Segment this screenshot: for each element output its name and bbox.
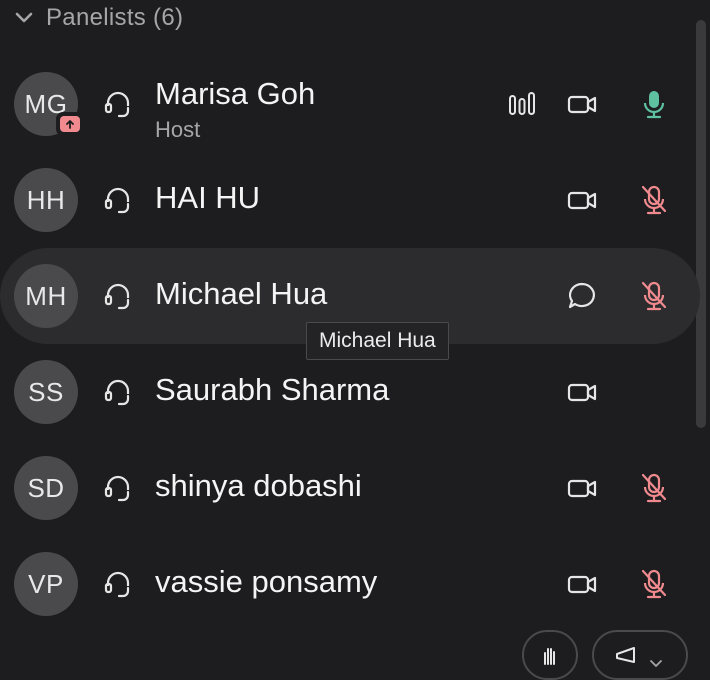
- panelists-section-title: Panelists (6): [46, 4, 184, 31]
- avatar: SD: [14, 456, 78, 520]
- microphone-muted-icon[interactable]: [638, 568, 670, 600]
- reactions-button[interactable]: [592, 630, 688, 680]
- headset-icon: [104, 187, 130, 214]
- name-tooltip: Michael Hua: [306, 322, 449, 360]
- headset-icon: [104, 91, 130, 118]
- panelist-row-shinya-dobashi[interactable]: SD shinya dobashi: [0, 440, 700, 536]
- panelist-name: vassie ponsamy: [155, 564, 378, 599]
- avatar: MH: [14, 264, 78, 328]
- panelist-name: Saurabh Sharma: [155, 372, 390, 407]
- panelist-row-marisa-goh[interactable]: MG Marisa Goh Host: [0, 56, 700, 152]
- video-camera-icon[interactable]: [566, 88, 598, 120]
- avatar: VP: [14, 552, 78, 616]
- headset-icon: [104, 571, 130, 598]
- avatar: HH: [14, 168, 78, 232]
- screen-share-badge: [56, 112, 84, 136]
- video-camera-icon[interactable]: [566, 568, 598, 600]
- panelist-role: Host: [155, 117, 201, 142]
- panelist-row-vassie-ponsamy[interactable]: VP vassie ponsamy: [0, 536, 700, 632]
- chat-bubble-icon[interactable]: [566, 280, 598, 312]
- panelist-name: Marisa Goh: [155, 76, 316, 111]
- microphone-muted-icon[interactable]: [638, 184, 670, 216]
- panelist-row-hai-hu[interactable]: HH HAI HU: [0, 152, 700, 248]
- video-camera-icon[interactable]: [566, 376, 598, 408]
- share-arrow-icon: [60, 116, 80, 132]
- video-camera-icon[interactable]: [566, 472, 598, 504]
- raise-hand-button[interactable]: [522, 630, 578, 680]
- video-camera-icon[interactable]: [566, 184, 598, 216]
- raise-hand-icon: [544, 648, 555, 665]
- megaphone-icon: [616, 647, 635, 663]
- panelist-name: HAI HU: [155, 180, 261, 215]
- close-icon: [650, 660, 662, 667]
- audio-level-icon: [509, 92, 535, 115]
- headset-icon: [104, 379, 130, 406]
- chevron-down-icon[interactable]: [14, 11, 34, 25]
- headset-icon: [104, 475, 130, 502]
- microphone-on-icon[interactable]: [638, 88, 670, 120]
- panelists-section-header[interactable]: Panelists (6): [14, 4, 183, 32]
- microphone-muted-icon[interactable]: [638, 472, 670, 504]
- avatar: SS: [14, 360, 78, 424]
- panelist-name: Michael Hua: [155, 276, 328, 311]
- headset-icon: [104, 283, 130, 310]
- panelist-name: shinya dobashi: [155, 468, 362, 503]
- microphone-muted-icon[interactable]: [638, 280, 670, 312]
